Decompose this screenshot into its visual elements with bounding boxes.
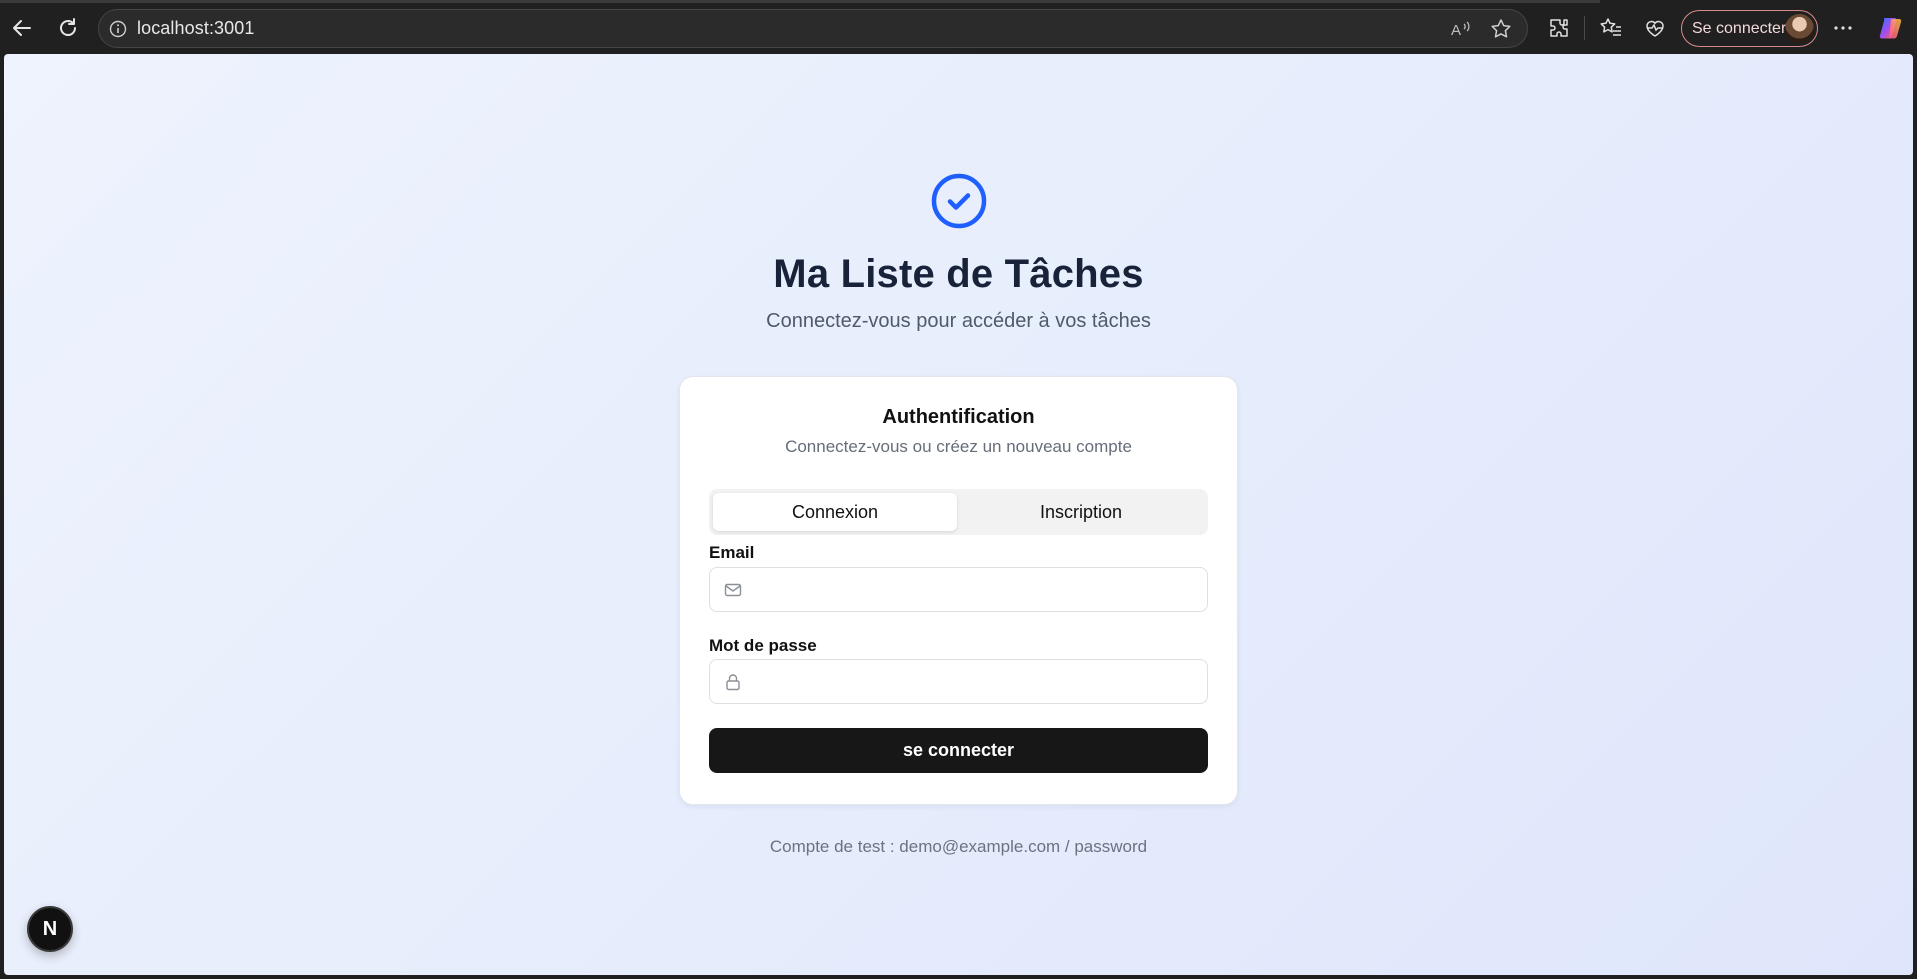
favorite-star-icon[interactable] xyxy=(1489,17,1513,46)
password-label: Mot de passe xyxy=(709,636,817,655)
more-icon[interactable] xyxy=(1827,12,1859,44)
email-field-wrapper xyxy=(709,567,1208,612)
tab-connexion[interactable]: Connexion xyxy=(713,493,957,531)
tab-strip-edge xyxy=(0,0,1600,3)
tab-inscription[interactable]: Inscription xyxy=(959,493,1203,531)
mail-icon xyxy=(724,581,742,599)
login-submit-button[interactable]: se connecter xyxy=(709,728,1208,773)
password-input[interactable] xyxy=(750,660,1200,703)
card-title: Authentification xyxy=(882,406,1035,428)
browser-toolbar: localhost:3001 A Se connecter xyxy=(0,0,1917,54)
info-icon[interactable] xyxy=(109,20,127,38)
health-icon[interactable] xyxy=(1639,12,1671,44)
auth-tabs: Connexion Inscription xyxy=(709,489,1208,535)
extensions-icon[interactable] xyxy=(1543,12,1575,44)
lock-icon xyxy=(724,673,742,691)
check-circle-icon xyxy=(931,173,987,229)
address-bar[interactable]: localhost:3001 A xyxy=(98,9,1528,48)
avatar xyxy=(1785,14,1814,43)
test-account-note: Compte de test : demo@example.com / pass… xyxy=(769,837,1148,856)
nextjs-dev-badge[interactable]: N xyxy=(27,906,73,952)
page-title: Ma Liste de Tâches xyxy=(773,252,1144,296)
svg-text:A: A xyxy=(1451,22,1461,39)
favorites-icon[interactable] xyxy=(1595,12,1627,44)
auth-card: Authentification Connectez-vous ou créez… xyxy=(679,376,1238,805)
email-label: Email xyxy=(709,543,755,562)
nextjs-logo-icon: N xyxy=(42,917,58,940)
browser-signin-button[interactable]: Se connecter xyxy=(1681,10,1818,47)
password-field-wrapper xyxy=(709,659,1208,704)
refresh-icon[interactable] xyxy=(52,12,84,44)
page-viewport: Ma Liste de Tâches Connectez-vous pour a… xyxy=(4,54,1913,975)
url-text[interactable]: localhost:3001 xyxy=(137,18,255,39)
back-icon[interactable] xyxy=(6,12,38,44)
copilot-icon[interactable] xyxy=(1875,12,1907,44)
toolbar-separator xyxy=(1584,16,1585,40)
page-subtitle: Connectez-vous pour accéder à vos tâches xyxy=(766,310,1151,332)
read-aloud-icon[interactable]: A xyxy=(1449,17,1473,46)
signin-label: Se connecter xyxy=(1692,19,1787,37)
card-subtitle: Connectez-vous ou créez un nouveau compt… xyxy=(785,437,1132,456)
email-input[interactable] xyxy=(750,568,1200,611)
